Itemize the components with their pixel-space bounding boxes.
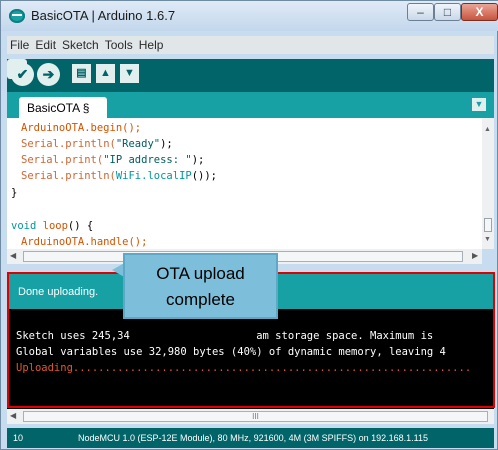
tab-menu-icon[interactable]: ▼: [472, 98, 486, 111]
code-token: .print(: [58, 154, 104, 166]
line-number: 10: [13, 433, 24, 443]
menu-help[interactable]: Help: [136, 36, 167, 52]
code-line-7: void loop() {: [11, 220, 93, 234]
code-token: Serial: [21, 170, 59, 182]
code-line-2: Serial.println("Ready");: [21, 138, 173, 152]
code-token: () {: [67, 220, 94, 232]
code-keyword: void: [11, 220, 37, 232]
menu-tools[interactable]: Tools: [102, 36, 136, 52]
menu-file[interactable]: File: [7, 36, 32, 52]
code-line-5: }: [11, 187, 18, 199]
editor-vertical-scrollbar[interactable]: ▲ ▼: [482, 118, 494, 249]
new-sketch-button[interactable]: ▤: [72, 64, 91, 83]
code-text: ArduinoOTA.handle();: [21, 236, 148, 248]
menu-bar: File Edit Sketch Tools Help: [7, 36, 494, 54]
upload-button[interactable]: ➔: [37, 63, 60, 86]
window-title: BasicOTA | Arduino 1.6.7: [31, 8, 176, 23]
code-editor[interactable]: ArduinoOTA.begin(); Serial.println("Read…: [7, 118, 482, 249]
scroll-left-icon[interactable]: ◀: [10, 411, 16, 420]
code-token: Serial: [21, 138, 59, 150]
minimize-button[interactable]: –: [407, 3, 434, 21]
code-line-1: ArduinoOTA.begin();: [21, 122, 141, 136]
title-bar[interactable]: BasicOTA | Arduino 1.6.7 – □ X: [1, 1, 498, 31]
code-text: ArduinoOTA.begin();: [21, 122, 142, 134]
bottom-status-bar: 10 NodeMCU 1.0 (ESP-12E Module), 80 MHz,…: [7, 428, 494, 448]
scroll-up-icon[interactable]: ▲: [484, 126, 491, 133]
arduino-logo-icon: [9, 9, 25, 23]
toolbar: ✔ ➔ ▤ ▲ ▼ ⌕: [7, 59, 494, 92]
callout-line: complete: [166, 290, 235, 309]
code-token: loop: [36, 220, 68, 232]
code-token: ());: [191, 170, 218, 182]
console-horizontal-scrollbar[interactable]: ◀ III: [7, 409, 494, 424]
code-line-4: Serial.println(WiFi.localIP());: [21, 170, 217, 184]
menu-sketch[interactable]: Sketch: [59, 36, 102, 52]
close-button[interactable]: X: [461, 3, 498, 21]
scroll-thumb[interactable]: [484, 218, 492, 232]
code-token: Serial: [21, 154, 59, 166]
board-info: NodeMCU 1.0 (ESP-12E Module), 80 MHz, 92…: [78, 433, 429, 443]
code-string: "IP address: ": [103, 154, 192, 166]
code-token: WiFi: [115, 170, 142, 182]
scroll-thumb[interactable]: III: [23, 411, 488, 422]
scroll-left-icon[interactable]: ◀: [10, 251, 16, 260]
code-token: .localIP: [141, 170, 192, 182]
open-sketch-button[interactable]: ▲: [96, 64, 115, 83]
tab-basicota[interactable]: BasicOTA §: [19, 97, 107, 118]
save-sketch-button[interactable]: ▼: [120, 64, 139, 83]
code-token: .println(: [58, 138, 116, 150]
code-string: "Ready": [115, 138, 161, 150]
menu-edit[interactable]: Edit: [32, 36, 59, 52]
code-line-8: ArduinoOTA.handle();: [21, 236, 147, 249]
code-token: );: [160, 138, 173, 150]
code-token: );: [191, 154, 205, 166]
scroll-down-icon[interactable]: ▼: [484, 236, 491, 243]
tab-strip: BasicOTA § ▼: [7, 92, 494, 118]
maximize-button[interactable]: □: [434, 3, 461, 21]
scroll-right-icon[interactable]: ▶: [472, 251, 478, 260]
code-token: .println(: [58, 170, 116, 182]
callout-line: OTA upload: [156, 264, 245, 283]
annotation-callout: OTA upload complete: [123, 253, 278, 319]
verify-button[interactable]: ✔: [11, 63, 34, 86]
code-line-3: Serial.print("IP address: ");: [21, 154, 204, 168]
